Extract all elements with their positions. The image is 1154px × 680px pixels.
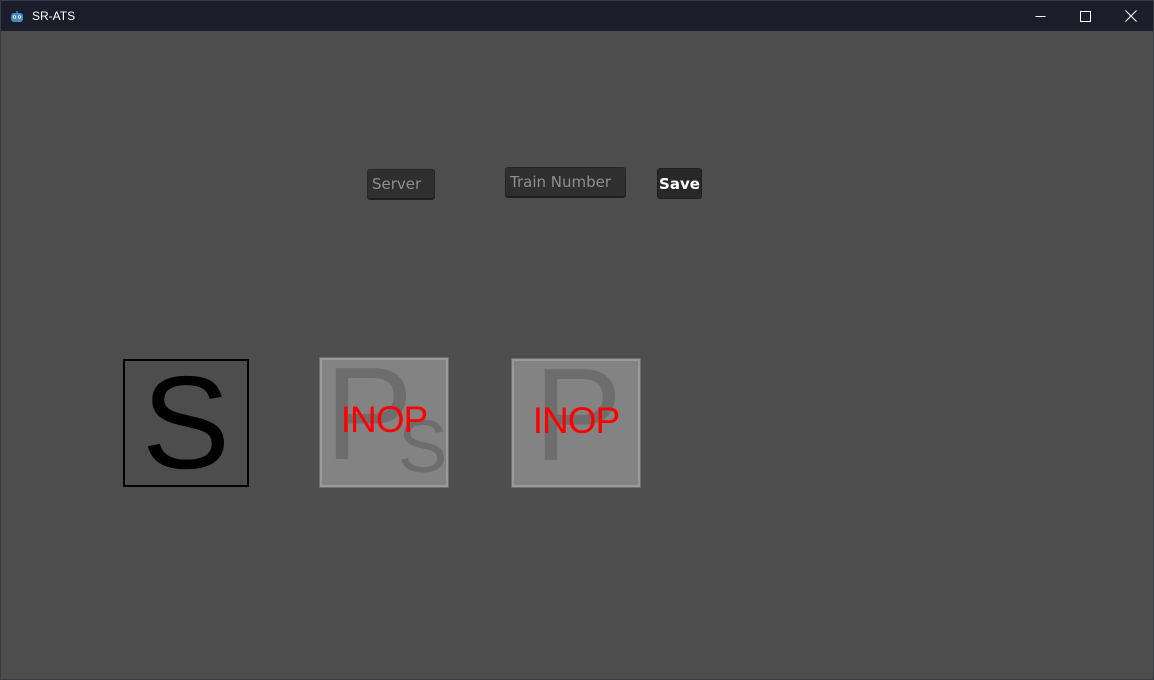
window-title: SR-ATS: [32, 9, 76, 23]
close-button[interactable]: [1108, 1, 1153, 31]
s-indicator: S: [123, 359, 249, 487]
p-indicator: P INOP: [511, 358, 641, 488]
ps-inop-label: INOP: [340, 399, 428, 440]
app-icon: [10, 9, 24, 23]
maximize-icon: [1079, 7, 1091, 26]
save-button[interactable]: Save: [657, 168, 702, 199]
title-bar[interactable]: SR-ATS: [1, 1, 1153, 31]
minimize-button[interactable]: [1017, 1, 1063, 31]
s-indicator-letter: S: [141, 359, 231, 487]
minimize-icon: [1035, 7, 1046, 26]
train-number-input[interactable]: [505, 167, 626, 198]
server-input[interactable]: [367, 169, 435, 200]
p-inop-label: INOP: [532, 400, 620, 441]
app-window: SR-ATS Save S P S INOP: [0, 0, 1154, 680]
maximize-button[interactable]: [1062, 1, 1108, 31]
ps-indicator: P S INOP: [319, 357, 449, 488]
close-icon: [1125, 7, 1137, 26]
